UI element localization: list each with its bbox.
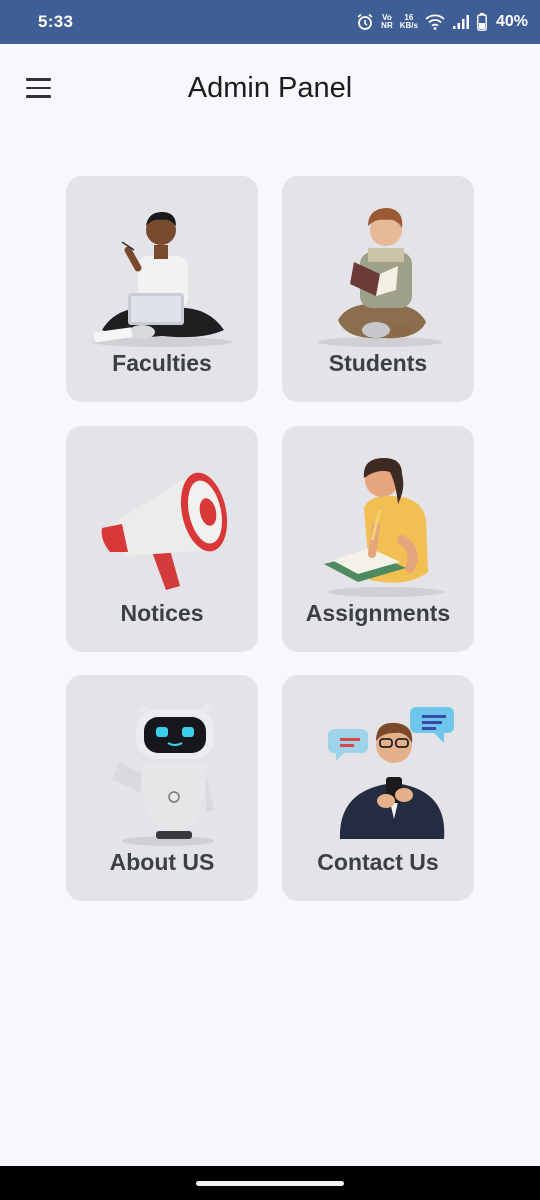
status-icons: Vo NR 16 KB/s 40% (356, 10, 528, 34)
card-notices[interactable]: Notices (66, 426, 258, 652)
wifi-icon (425, 14, 445, 30)
speed-unit: KB/s (399, 21, 418, 30)
status-bar: 5:33 Vo NR 16 KB/s 40% (0, 0, 540, 44)
home-gesture-handle[interactable] (196, 1181, 344, 1186)
card-label: Faculties (112, 350, 212, 376)
card-label: Assignments (305, 600, 451, 626)
page-title: Admin Panel (187, 72, 353, 104)
faculty-with-laptop-illustration (66, 190, 258, 350)
volte-icon: Vo NR (381, 14, 393, 30)
robot-illustration (66, 689, 258, 849)
man-with-phone-chat-illustration (282, 689, 474, 849)
card-label: Notices (120, 600, 204, 626)
card-assignments[interactable]: Assignments (282, 426, 474, 652)
network-bottom: NR (381, 21, 393, 30)
signal-icon (452, 14, 470, 30)
battery-percent: 40% (495, 13, 528, 30)
student-reading-illustration (282, 190, 474, 350)
battery-icon (477, 13, 487, 31)
alarm-icon (356, 13, 374, 31)
card-students[interactable]: Students (282, 176, 474, 402)
person-writing-illustration (282, 440, 474, 600)
app-bar: Admin Panel (0, 44, 540, 136)
card-contact-us[interactable]: Contact Us (282, 675, 474, 901)
megaphone-illustration (66, 440, 258, 600)
card-about-us[interactable]: About US (66, 675, 258, 901)
card-faculties[interactable]: Faculties (66, 176, 258, 402)
navigation-bar (0, 1166, 540, 1200)
card-label: About US (109, 849, 215, 875)
data-speed: 16 KB/s (400, 14, 418, 30)
status-time: 5:33 (38, 12, 74, 31)
card-label: Contact Us (317, 849, 439, 875)
card-label: Students (328, 350, 428, 376)
